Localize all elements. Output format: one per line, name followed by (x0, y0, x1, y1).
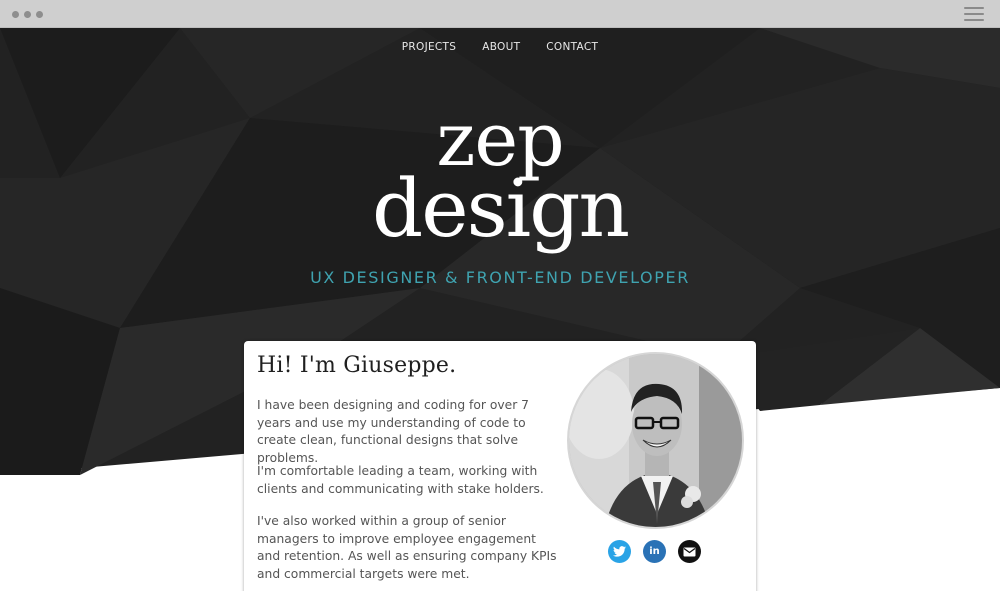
envelope-icon (683, 547, 696, 556)
tagline: UX DESIGNER & FRONT-END DEVELOPER (310, 268, 690, 287)
nav-about[interactable]: ABOUT (482, 41, 520, 53)
window-dots (12, 11, 43, 18)
about-paragraph: I've also worked within a group of senio… (257, 514, 557, 581)
profile-photo-illustration (569, 354, 742, 527)
about-paragraph: I'm comfortable leading a team, working … (257, 464, 544, 496)
window-dot (24, 11, 31, 18)
social-links: in (608, 540, 701, 563)
about-card: Hi! I'm Giuseppe. I have been designing … (244, 341, 756, 591)
window-dot (12, 11, 19, 18)
window-dot (36, 11, 43, 18)
profile-photo (567, 352, 744, 529)
nav-projects[interactable]: PROJECTS (402, 41, 456, 53)
browser-chrome (0, 0, 1000, 28)
about-paragraph: I have been designing and coding for ove… (257, 398, 530, 465)
main-nav: PROJECTS ABOUT CONTACT (0, 41, 1000, 53)
linkedin-icon[interactable]: in (643, 540, 666, 563)
nav-contact[interactable]: CONTACT (546, 41, 598, 53)
email-icon[interactable] (678, 540, 701, 563)
logo-line-2: design (372, 162, 630, 255)
hamburger-menu-icon[interactable] (964, 7, 984, 21)
twitter-icon[interactable] (608, 540, 631, 563)
twitter-bird-icon (613, 546, 626, 557)
about-title: Hi! I'm Giuseppe. (257, 353, 457, 378)
